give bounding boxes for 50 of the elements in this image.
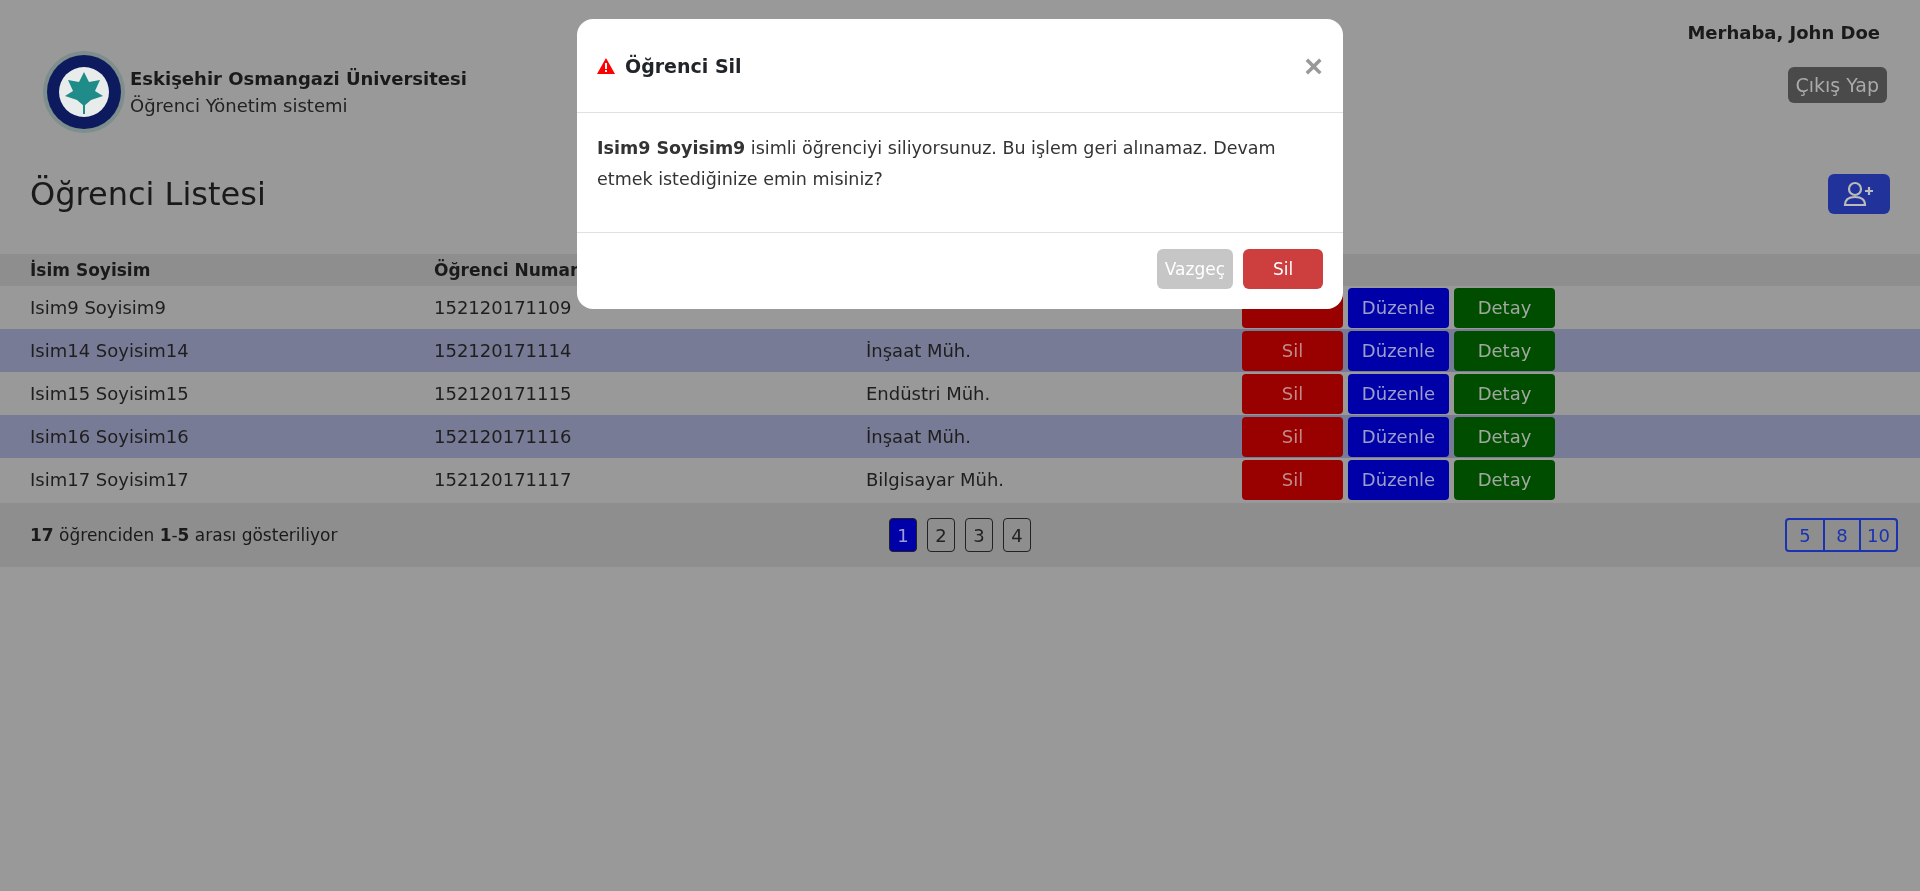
table-cell-text: Isim15 Soyisim15 bbox=[30, 383, 190, 404]
user-plus-icon bbox=[1843, 181, 1875, 207]
add-student-button[interactable] bbox=[1828, 174, 1890, 214]
edit-button[interactable]: Düzenle bbox=[1348, 459, 1449, 500]
table-cell-text: İnşaat Müh. bbox=[866, 426, 972, 447]
table-cell-text: Isim14 Soyisim14 bbox=[30, 340, 190, 361]
confirm-delete-button[interactable]: Sil bbox=[1243, 249, 1323, 289]
delete-button[interactable]: Sil bbox=[1242, 459, 1343, 500]
result-summary: 17 öğrenciden 1-5 arası gösteriliyor bbox=[30, 525, 339, 545]
table-cell-text: Isim16 Soyisim16 bbox=[30, 426, 190, 447]
table-cell-text: Isim9 Soyisim9 bbox=[30, 297, 167, 318]
column-header: Öğrenci Numar bbox=[434, 260, 580, 280]
detail-button[interactable]: Detay bbox=[1454, 416, 1555, 457]
warning-icon bbox=[597, 57, 615, 74]
detail-button[interactable]: Detay bbox=[1454, 373, 1555, 414]
table-cell-text: İnşaat Müh. bbox=[866, 340, 972, 361]
table-cell-text: 152120171114 bbox=[434, 340, 573, 361]
table-cell-text: Endüstri Müh. bbox=[866, 383, 992, 404]
close-button[interactable]: × bbox=[1304, 49, 1323, 82]
page-button[interactable]: 3 bbox=[965, 518, 993, 552]
table-cell-text: 152120171115 bbox=[434, 383, 573, 404]
table-cell-text: 152120171116 bbox=[434, 426, 573, 447]
table-cell-text: 152120171117 bbox=[434, 469, 573, 490]
logout-button[interactable]: Çıkış Yap bbox=[1787, 67, 1887, 103]
page-button[interactable]: 2 bbox=[927, 518, 955, 552]
greeting: Merhaba, John Doe bbox=[1687, 22, 1880, 43]
page-size-button[interactable]: 8 bbox=[1823, 520, 1860, 550]
page-size-button[interactable]: 5 bbox=[1787, 520, 1824, 550]
page-button[interactable]: 1 bbox=[889, 518, 917, 552]
page-title: Öğrenci Listesi bbox=[30, 175, 266, 213]
delete-button[interactable]: Sil bbox=[1242, 416, 1343, 457]
edit-button[interactable]: Düzenle bbox=[1348, 416, 1449, 457]
table-cell-text: 152120171109 bbox=[434, 297, 573, 318]
detail-button[interactable]: Detay bbox=[1454, 459, 1555, 500]
system-name: Öğrenci Yönetim sistemi bbox=[130, 95, 349, 116]
page-button[interactable]: 4 bbox=[1003, 518, 1031, 552]
detail-button[interactable]: Detay bbox=[1454, 287, 1555, 328]
edit-button[interactable]: Düzenle bbox=[1348, 287, 1449, 328]
detail-button[interactable]: Detay bbox=[1454, 330, 1555, 371]
dialog-title: Öğrenci Sil bbox=[625, 54, 742, 77]
table-cell-text: Bilgisayar Müh. bbox=[866, 469, 1006, 490]
university-name: Eskişehir Osmangazi Üniversitesi bbox=[130, 68, 467, 89]
dialog-message: Isim9 Soyisim9 isimli öğrenciyi siliyorsunuz. Bu işlem geri alınamaz. Devam etmek istediğinize emin misiniz? bbox=[597, 137, 1277, 191]
page-size-button[interactable]: 10 bbox=[1859, 520, 1896, 550]
delete-button[interactable]: Sil bbox=[1242, 330, 1343, 371]
column-header: İsim Soyisim bbox=[30, 260, 152, 280]
table-cell-text: Isim17 Soyisim17 bbox=[30, 469, 190, 490]
edit-button[interactable]: Düzenle bbox=[1348, 330, 1449, 371]
delete-button[interactable]: Sil bbox=[1242, 373, 1343, 414]
edit-button[interactable]: Düzenle bbox=[1348, 373, 1449, 414]
